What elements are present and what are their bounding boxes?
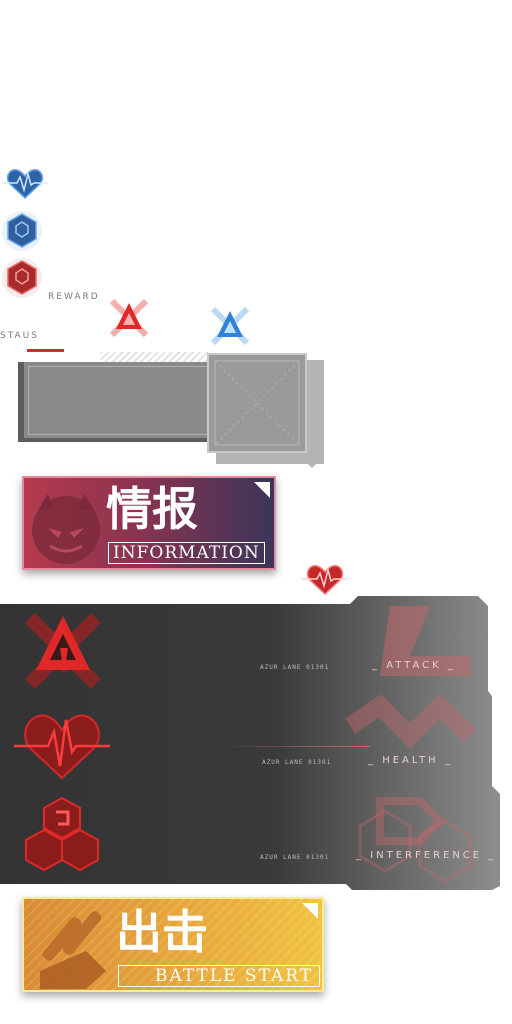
- health-label: _ HEALTH _: [368, 755, 453, 766]
- attack-emblem-icon: [25, 613, 101, 689]
- battle-corner-mark: [302, 903, 318, 919]
- status-accent-bar: [27, 349, 64, 352]
- information-title-en: INFORMATION: [108, 542, 265, 564]
- attack-label-dash-left: _: [372, 660, 380, 671]
- portrait-frame-notch: [302, 458, 322, 468]
- demon-mask-icon: [32, 494, 100, 564]
- attack-label: _ ATTACK _: [372, 660, 456, 671]
- attack-code: AZUR LANE 01301: [260, 664, 330, 671]
- attack-blue-small-icon: [207, 303, 253, 349]
- hexagon-red-icon: [0, 255, 46, 301]
- attack-label-text: ATTACK: [386, 660, 442, 671]
- information-button[interactable]: 情报 INFORMATION: [22, 476, 276, 570]
- interference-label-text: INTERFERENCE: [370, 850, 483, 861]
- stats-panel: AZUR LANE 01301 _ ATTACK _ AZUR LANE 013…: [0, 596, 512, 896]
- cannon-icon: [40, 911, 106, 989]
- status-panel-frame: [28, 366, 210, 435]
- health-label-dash-left: _: [368, 755, 376, 766]
- attack-label-dash-right: _: [447, 660, 456, 671]
- interference-label: _ INTERFERENCE _: [356, 850, 496, 861]
- information-corner-mark: [254, 482, 270, 498]
- attack-red-small-icon: [106, 295, 152, 341]
- reward-label: REWARD: [48, 292, 100, 302]
- information-title-cn: 情报: [106, 482, 198, 536]
- heartbeat-icon: [14, 714, 110, 780]
- interference-code: AZUR LANE 01301: [260, 854, 330, 861]
- heart-blue-icon: [2, 160, 48, 206]
- battle-start-button[interactable]: 出击 BATTLE START: [22, 897, 324, 992]
- interference-label-dash-left: _: [356, 850, 364, 861]
- health-label-dash-right: _: [444, 755, 453, 766]
- battle-title-cn: 出击: [116, 905, 208, 959]
- hexagon-blue-icon: [0, 208, 46, 254]
- hexagon-cluster-icon: [25, 796, 99, 872]
- status-label: STAUS: [0, 331, 39, 341]
- health-code: AZUR LANE 01301: [262, 759, 332, 766]
- health-line: [220, 746, 370, 747]
- interference-label-dash-right: _: [488, 850, 497, 861]
- battle-title-en: BATTLE START: [118, 965, 321, 987]
- portrait-frame[interactable]: [207, 353, 307, 453]
- health-label-text: HEALTH: [382, 755, 439, 766]
